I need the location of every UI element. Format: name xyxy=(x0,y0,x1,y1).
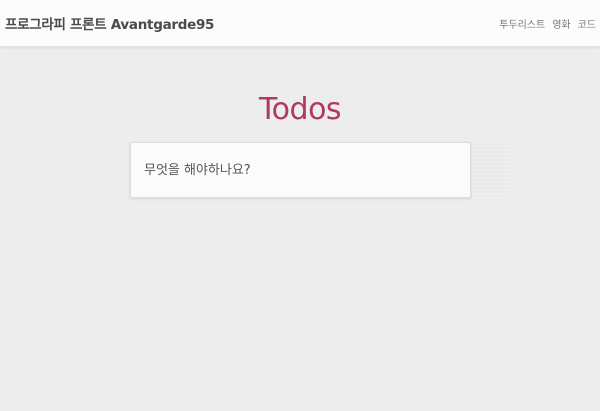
decorative-artifact xyxy=(472,144,510,196)
top-navbar: 프로그라피 프론트 Avantgarde95 투두리스트 영화 코드 xyxy=(0,0,600,47)
todo-input-container xyxy=(130,142,471,198)
page-title: Todos xyxy=(258,92,342,127)
brand-title[interactable]: 프로그라피 프론트 Avantgarde95 xyxy=(5,13,214,33)
nav-links: 투두리스트 영화 코드 xyxy=(492,16,596,31)
nav-link-code[interactable]: 코드 xyxy=(578,16,596,31)
nav-link-movie[interactable]: 영화 xyxy=(552,16,570,31)
nav-link-todolist[interactable]: 투두리스트 xyxy=(499,16,545,31)
todo-input[interactable] xyxy=(131,143,470,197)
